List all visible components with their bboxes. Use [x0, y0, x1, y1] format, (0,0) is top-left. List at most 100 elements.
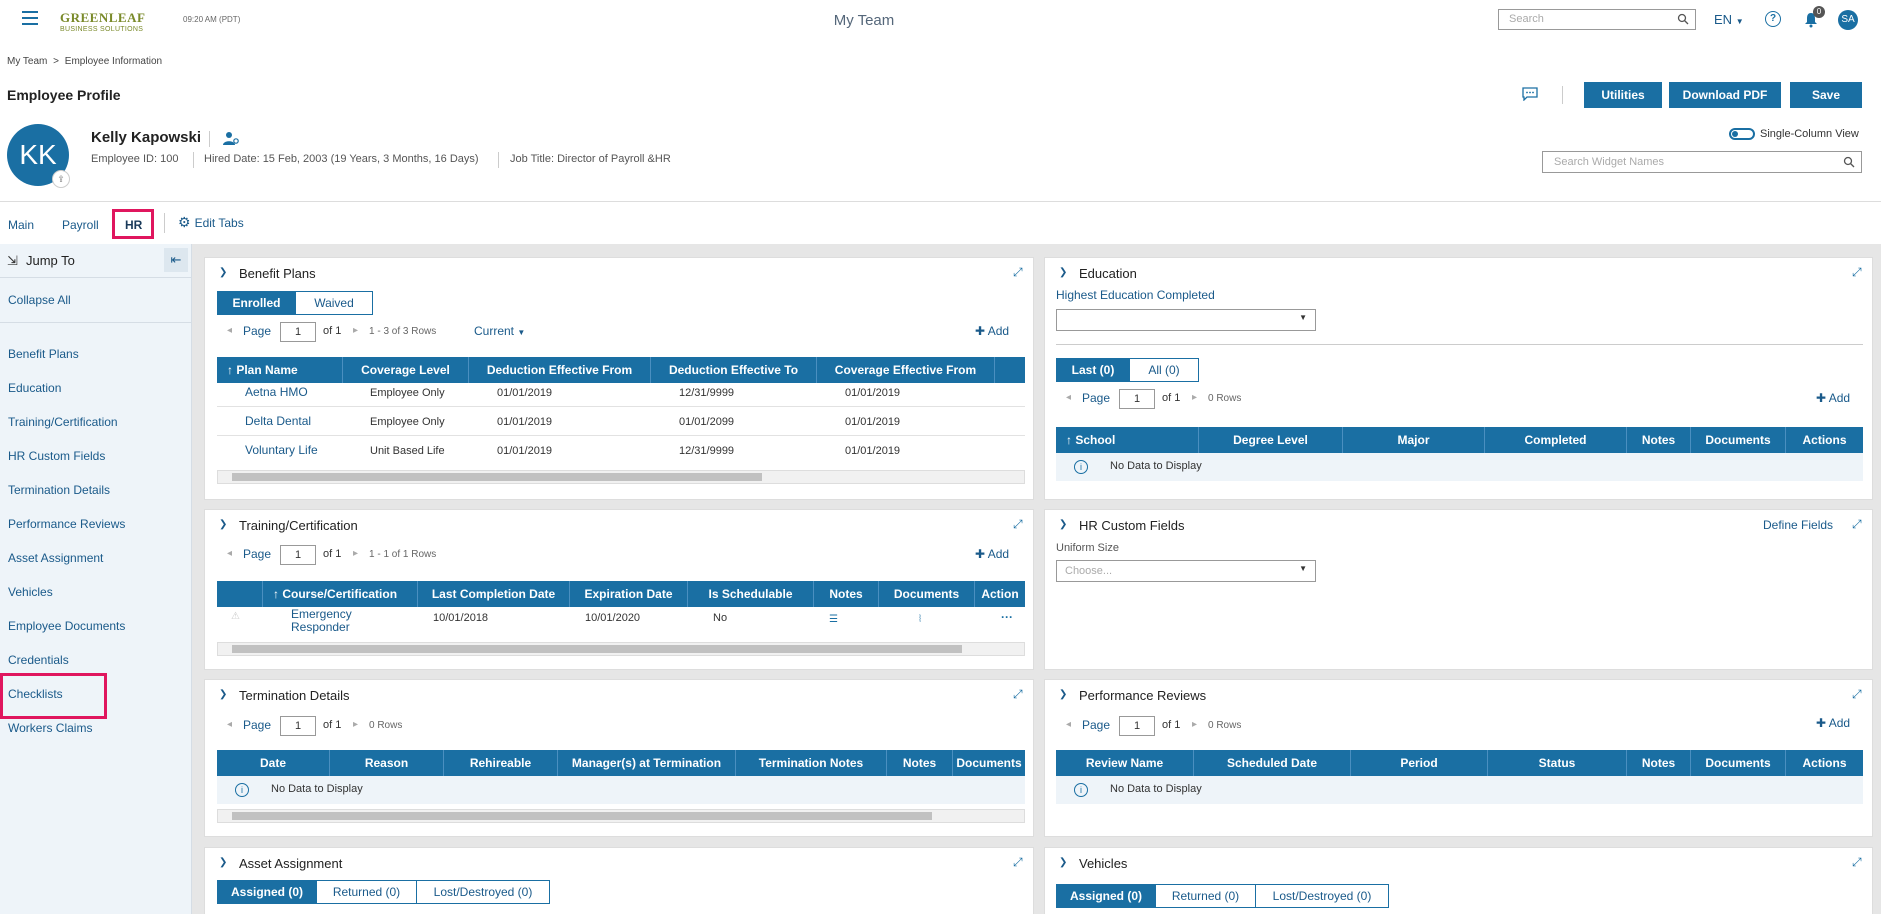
col-degree-level[interactable]: Degree Level	[1199, 427, 1343, 453]
page-number-input[interactable]: 1	[280, 716, 316, 736]
col-deduction-from[interactable]: Deduction Effective From	[469, 357, 651, 383]
add-button[interactable]: ✚ Add	[1816, 391, 1850, 405]
expand-icon[interactable]: ⤢	[1852, 265, 1862, 280]
filter-dropdown[interactable]: Current ▼	[474, 324, 525, 338]
expand-icon[interactable]: ⤢	[1852, 855, 1862, 870]
table-row[interactable]: Delta Dental	[245, 414, 311, 428]
expand-icon[interactable]: ⤢	[1013, 855, 1023, 870]
add-button[interactable]: ✚ Add	[1816, 716, 1850, 730]
prev-page-icon[interactable]: ◂	[1066, 719, 1071, 730]
sidebar-item-education[interactable]: Education	[8, 381, 61, 395]
col-deduction-to[interactable]: Deduction Effective To	[651, 357, 817, 383]
widget-search-input[interactable]: Search Widget Names	[1542, 151, 1862, 173]
segment-returned[interactable]: Returned (0)	[316, 880, 417, 904]
page-number-input[interactable]: 1	[1119, 716, 1155, 736]
col-completed[interactable]: Completed	[1485, 427, 1627, 453]
comment-icon[interactable]	[1522, 87, 1538, 101]
sidebar-item-employee-documents[interactable]: Employee Documents	[8, 619, 125, 633]
chevron-down-icon[interactable]: ❯	[219, 267, 227, 278]
col-rehireable[interactable]: Rehireable	[444, 750, 558, 776]
col-termination-notes[interactable]: Termination Notes	[736, 750, 887, 776]
sidebar-item-hr-custom-fields[interactable]: HR Custom Fields	[8, 449, 105, 463]
col-documents[interactable]: Documents	[879, 581, 975, 607]
expand-icon[interactable]: ⤢	[1013, 517, 1023, 532]
col-notes[interactable]: Notes	[814, 581, 879, 607]
table-row[interactable]: Emergency Responder	[291, 608, 352, 634]
prev-page-icon[interactable]: ◂	[1066, 392, 1071, 403]
next-page-icon[interactable]: ▸	[353, 719, 358, 730]
notes-icon[interactable]: ☰	[829, 614, 838, 625]
utilities-button[interactable]: Utilities	[1584, 82, 1662, 108]
segment-last[interactable]: Last (0)	[1056, 358, 1130, 382]
horizontal-scrollbar[interactable]	[217, 809, 1025, 823]
add-button[interactable]: ✚ Add	[975, 324, 1009, 338]
chevron-down-icon[interactable]: ❯	[219, 689, 227, 700]
col-schedulable[interactable]: Is Schedulable	[688, 581, 814, 607]
next-page-icon[interactable]: ▸	[1192, 719, 1197, 730]
upload-photo-icon[interactable]: ⇪	[52, 170, 70, 188]
col-documents[interactable]: Documents	[953, 750, 1025, 776]
next-page-icon[interactable]: ▸	[1192, 392, 1197, 403]
employee-details-icon[interactable]	[222, 130, 240, 146]
next-page-icon[interactable]: ▸	[353, 548, 358, 559]
horizontal-scrollbar[interactable]	[217, 470, 1025, 484]
chevron-down-icon[interactable]: ❯	[1059, 689, 1067, 700]
chevron-down-icon[interactable]: ❯	[219, 857, 227, 868]
segment-all[interactable]: All (0)	[1129, 358, 1199, 382]
horizontal-scrollbar[interactable]	[217, 642, 1025, 656]
col-notes[interactable]: Notes	[1627, 427, 1691, 453]
prev-page-icon[interactable]: ◂	[227, 548, 232, 559]
sidebar-item-termination[interactable]: Termination Details	[8, 483, 110, 497]
col-school[interactable]: ↑ School	[1056, 427, 1199, 453]
single-column-toggle[interactable]	[1729, 128, 1755, 140]
sidebar-item-credentials[interactable]: Credentials	[8, 653, 69, 667]
col-coverage-from[interactable]: Coverage Effective From	[817, 357, 995, 383]
tab-main[interactable]: Main	[8, 218, 34, 232]
col-major[interactable]: Major	[1343, 427, 1485, 453]
col-notes[interactable]: Notes	[1627, 750, 1691, 776]
breadcrumb-root[interactable]: My Team	[7, 56, 47, 67]
col-date[interactable]: Date	[217, 750, 330, 776]
highest-education-select[interactable]: ▼	[1056, 309, 1316, 331]
page-number-input[interactable]: 1	[280, 322, 316, 342]
chevron-down-icon[interactable]: ❯	[1059, 519, 1067, 530]
chevron-down-icon[interactable]: ❯	[219, 519, 227, 530]
chevron-down-icon[interactable]: ❯	[1059, 267, 1067, 278]
col-plan-name[interactable]: ↑ Plan Name	[217, 357, 343, 383]
expand-icon[interactable]: ⤢	[1013, 265, 1023, 280]
segment-assigned[interactable]: Assigned (0)	[1056, 884, 1156, 908]
col-coverage-level[interactable]: Coverage Level	[343, 357, 469, 383]
expand-icon[interactable]: ⤢	[1852, 517, 1862, 532]
col-expiration[interactable]: Expiration Date	[570, 581, 688, 607]
col-period[interactable]: Period	[1351, 750, 1488, 776]
segment-enrolled[interactable]: Enrolled	[217, 291, 296, 315]
sidebar-item-workers-claims[interactable]: Workers Claims	[8, 721, 92, 735]
segment-lost[interactable]: Lost/Destroyed (0)	[416, 880, 550, 904]
col-manager[interactable]: Manager(s) at Termination	[558, 750, 736, 776]
user-avatar[interactable]: SA	[1838, 10, 1858, 30]
edit-tabs-button[interactable]: ⚙ Edit Tabs	[178, 214, 244, 231]
more-actions-icon[interactable]: ···	[1001, 610, 1013, 624]
add-button[interactable]: ✚ Add	[975, 547, 1009, 561]
col-documents[interactable]: Documents	[1691, 427, 1786, 453]
col-review-name[interactable]: Review Name	[1056, 750, 1194, 776]
segment-lost[interactable]: Lost/Destroyed (0)	[1255, 884, 1389, 908]
table-row[interactable]: Voluntary Life	[245, 443, 318, 457]
collapse-sidebar-icon[interactable]: ⇤	[164, 248, 188, 272]
page-number-input[interactable]: 1	[280, 545, 316, 565]
download-pdf-button[interactable]: Download PDF	[1669, 82, 1781, 108]
segment-returned[interactable]: Returned (0)	[1155, 884, 1256, 908]
col-documents[interactable]: Documents	[1691, 750, 1786, 776]
global-search-input[interactable]: Search	[1498, 9, 1696, 30]
col-course[interactable]: ↑ Course/Certification	[263, 581, 418, 607]
collapse-all-link[interactable]: Collapse All	[8, 293, 71, 307]
language-select[interactable]: EN ▼	[1714, 12, 1744, 27]
table-row[interactable]: Aetna HMO	[245, 385, 308, 399]
segment-assigned[interactable]: Assigned (0)	[217, 880, 317, 904]
expand-icon[interactable]: ⤢	[1013, 687, 1023, 702]
help-icon[interactable]: ?	[1765, 11, 1781, 27]
col-action[interactable]: Action	[975, 581, 1025, 607]
define-fields-link[interactable]: Define Fields	[1763, 518, 1833, 532]
col-actions[interactable]: Actions	[1786, 427, 1863, 453]
paperclip-icon[interactable]: ⦚	[919, 614, 921, 625]
